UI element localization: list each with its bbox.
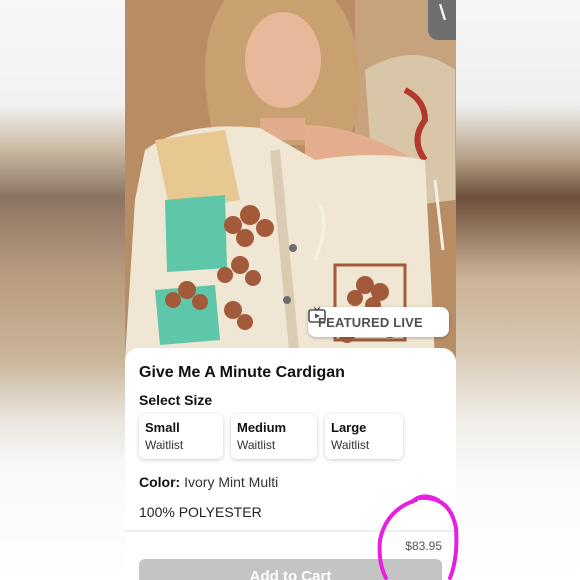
product-title: Give Me A Minute Cardigan [139,364,345,381]
size-status: Waitlist [237,438,276,452]
tv-play-icon [308,307,326,323]
color-key: Color: [139,474,181,490]
size-name: Small [145,420,180,435]
background-blur-left [0,0,125,580]
background-blur-right [456,0,580,580]
size-option-small[interactable]: Small Waitlist [139,414,223,459]
featured-live-badge[interactable]: FEATURED LIVE [308,307,449,337]
color-value: Ivory Mint Multi [184,474,279,490]
size-name: Large [331,420,367,435]
color-line: Color: Ivory Mint Multi [139,474,278,490]
dismiss-tab[interactable]: ∖ [428,0,456,40]
featured-live-label: FEATURED LIVE [318,314,423,330]
size-status: Waitlist [331,438,370,452]
product-photo: ∖ FEATURED LIVE [125,0,456,360]
size-options: Small Waitlist Medium Waitlist Large Wai… [139,414,403,459]
size-status: Waitlist [145,438,184,452]
select-size-heading: Select Size [139,392,213,408]
price-circle-annotation [377,494,459,580]
size-option-medium[interactable]: Medium Waitlist [231,414,317,459]
close-icon[interactable]: ∖ [436,2,447,23]
size-option-large[interactable]: Large Waitlist [325,414,403,459]
product-photo-illustration [125,0,456,360]
size-name: Medium [237,420,287,435]
material-text: 100% POLYESTER [139,504,262,520]
